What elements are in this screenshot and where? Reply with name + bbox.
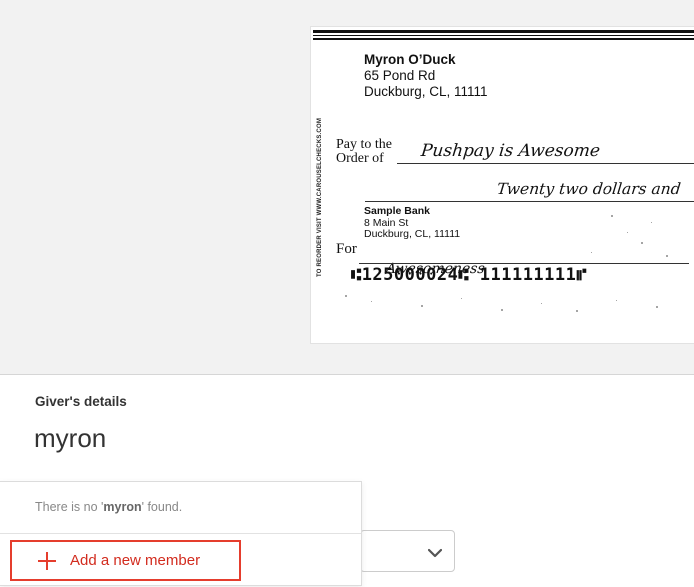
plus-icon	[38, 551, 56, 570]
reorder-text: TO REORDER VISIT WWW.CAROUSELCHECKS.COM	[317, 117, 323, 277]
payee-handwriting: Pushpay is Awesome	[419, 141, 601, 161]
bank-address-2: Duckburg, CL, 11111	[364, 228, 461, 240]
pay-to-label: Pay to the Order of	[336, 138, 392, 166]
add-new-member-label: Add a new member	[70, 552, 201, 569]
member-search-dropdown: There is no 'myron' found. Add a new mem…	[0, 481, 362, 586]
bank-name: Sample Bank	[364, 205, 430, 217]
giver-search-input[interactable]	[34, 423, 634, 454]
check-speck	[541, 303, 542, 304]
check-speck	[371, 301, 372, 302]
pay-to-line-1: Pay to the	[336, 137, 392, 152]
drawer-info: Myron O’Duck 65 Pond Rd Duckburg, CL, 11…	[364, 52, 488, 100]
check-speck	[501, 309, 503, 311]
check-image: TO REORDER VISIT WWW.CAROUSELCHECKS.COM …	[311, 27, 694, 343]
no-result-prefix: There is no '	[35, 500, 104, 514]
pay-to-line-2: Order of	[336, 151, 384, 166]
check-speck	[616, 300, 617, 301]
payee-line	[397, 163, 694, 164]
check-top-border-thin	[313, 35, 694, 36]
check-speck	[656, 306, 658, 308]
check-speck	[651, 222, 652, 223]
check-speck	[611, 215, 613, 217]
bank-info: Sample Bank 8 Main St Duckburg, CL, 1111…	[364, 205, 461, 241]
amount-words-handwriting: Twenty two dollars and	[496, 180, 682, 198]
drawer-name: Myron O’Duck	[364, 52, 456, 67]
amount-line	[365, 201, 694, 202]
check-speck	[603, 190, 605, 192]
dropdown-divider	[0, 533, 361, 534]
check-top-border-2	[313, 38, 694, 40]
check-speck	[627, 232, 628, 233]
check-speck	[576, 310, 578, 312]
fund-select[interactable]	[360, 530, 455, 572]
memo-line	[359, 263, 689, 264]
check-speck	[345, 295, 347, 297]
check-speck	[591, 252, 592, 253]
drawer-address-1: 65 Pond Rd	[364, 68, 436, 83]
check-speck	[641, 242, 643, 244]
micr-line: ⑆125000024⑆ 111111111⑈	[351, 265, 588, 285]
check-speck	[421, 305, 423, 307]
check-top-border	[313, 30, 694, 33]
add-new-member-button[interactable]: Add a new member	[10, 540, 241, 581]
check-speck	[666, 255, 668, 257]
no-result-term: myron	[103, 500, 142, 514]
no-result-message: There is no 'myron' found.	[35, 500, 182, 514]
no-result-suffix: ' found.	[141, 500, 183, 514]
memo-label: For	[336, 241, 357, 257]
check-speck	[461, 298, 462, 299]
givers-details-label: Giver's details	[35, 394, 127, 409]
drawer-address-2: Duckburg, CL, 11111	[364, 84, 488, 99]
chevron-down-icon	[427, 545, 443, 563]
